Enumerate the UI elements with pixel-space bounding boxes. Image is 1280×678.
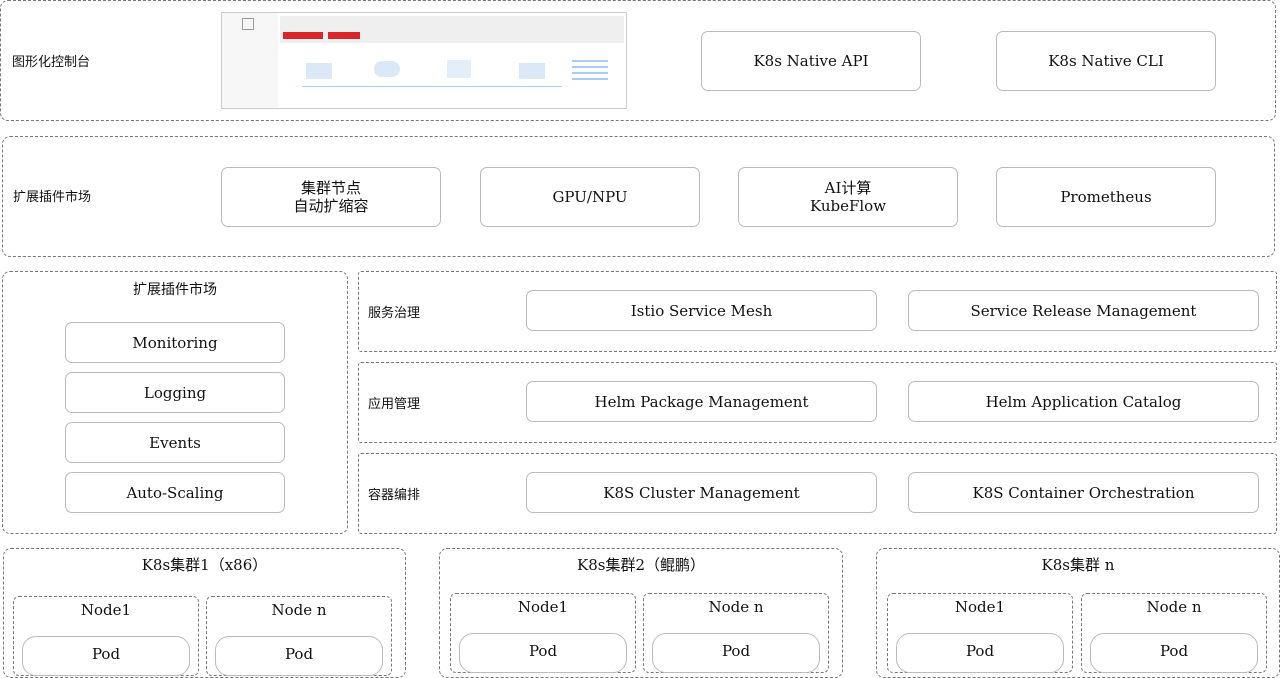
autoscaling-plugin-box: 集群节点 自动扩缩容 (221, 167, 441, 227)
auto-scaling-box: Auto-Scaling (65, 472, 285, 513)
observability-panel-title: 扩展插件市场 (133, 282, 217, 298)
console-layer-label: 图形化控制台 (12, 55, 91, 70)
container-orchestration-label: 容器编排 (368, 488, 421, 503)
k8s-cluster-mgmt-box: K8S Cluster Management (526, 472, 877, 513)
app-management-label: 应用管理 (368, 397, 421, 412)
cluster-title: K8s集群1（x86） (141, 556, 268, 574)
cluster-title: K8s集群2（鲲鹏） (577, 556, 705, 574)
prometheus-plugin-box: Prometheus (996, 167, 1216, 227)
pod-box: Pod (215, 636, 383, 676)
helm-catalog-box: Helm Application Catalog (908, 381, 1259, 422)
k8s-container-orch-box: K8S Container Orchestration (908, 472, 1259, 513)
pod-box: Pod (652, 633, 820, 673)
istio-box: Istio Service Mesh (526, 290, 877, 331)
pod-box: Pod (459, 633, 627, 673)
service-governance-label: 服务治理 (368, 306, 421, 321)
pod-box: Pod (896, 633, 1064, 673)
service-release-box: Service Release Management (908, 290, 1259, 331)
node-title: Node1 (517, 598, 569, 616)
node-title: Node n (1146, 598, 1202, 616)
kubeflow-plugin-box: AI计算 KubeFlow (738, 167, 958, 227)
node-title: Node n (708, 598, 764, 616)
k8s-native-cli-box: K8s Native CLI (996, 31, 1216, 91)
k8s-native-api-box: K8s Native API (701, 31, 921, 91)
node-title: Node1 (954, 598, 1006, 616)
plugin-market-label: 扩展插件市场 (13, 190, 92, 205)
monitoring-box: Monitoring (65, 322, 285, 363)
console-screenshot-thumbnail (221, 12, 627, 109)
cluster-title: K8s集群 n (1041, 556, 1115, 574)
logging-box: Logging (65, 372, 285, 413)
node-title: Node1 (80, 601, 132, 619)
node-title: Node n (271, 601, 327, 619)
pod-box: Pod (1090, 633, 1258, 673)
gpu-npu-plugin-box: GPU/NPU (480, 167, 700, 227)
pod-box: Pod (22, 636, 190, 676)
events-box: Events (65, 422, 285, 463)
helm-package-box: Helm Package Management (526, 381, 877, 422)
